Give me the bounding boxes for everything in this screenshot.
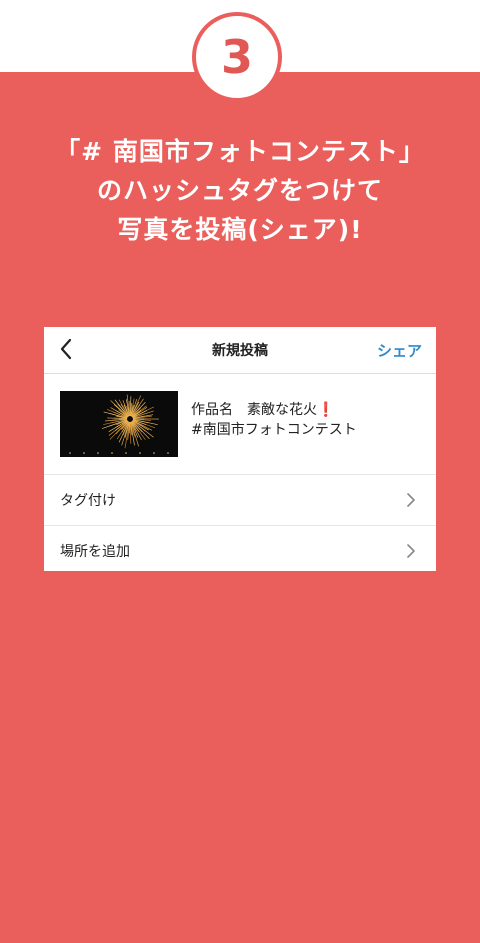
headline-line-2: のハッシュタグをつけて — [96, 176, 383, 205]
menu-item-tag[interactable]: タグ付け — [44, 475, 436, 526]
post-preview: 作品名 素敵な花火❗ #南国市フォトコンテスト — [44, 374, 436, 475]
share-button[interactable]: シェア — [377, 340, 422, 361]
exclamation-icon: ❗ — [317, 402, 335, 418]
headline-line-1: 「# 南国市フォトコンテスト」 — [55, 137, 425, 166]
chevron-right-icon — [407, 493, 415, 507]
chevron-right-icon — [407, 544, 415, 558]
post-header: 新規投稿 シェア — [44, 327, 436, 374]
menu-item-location[interactable]: 場所を追加 — [44, 526, 436, 576]
headline-line-3: 写真を投稿(シェア)! — [117, 215, 363, 244]
menu-item-label: 場所を追加 — [60, 544, 130, 560]
headline: 「# 南国市フォトコンテスト」 のハッシュタグをつけて 写真を投稿(シェア)! — [0, 132, 480, 249]
new-post-screen: 新規投稿 シェア 作品名 素敵な花火❗ #南国市フォトコンテスト タグ付け 場所… — [44, 327, 436, 571]
step-badge: 3 — [192, 12, 282, 102]
fireworks-image — [69, 394, 169, 454]
post-title: 新規投稿 — [212, 343, 268, 359]
chevron-left-icon[interactable] — [56, 336, 78, 362]
caption-hashtag: #南国市フォトコンテスト — [191, 422, 357, 438]
caption-title: 作品名 素敵な花火 — [191, 402, 317, 418]
step-number: 3 — [220, 30, 253, 84]
menu-item-label: タグ付け — [60, 493, 116, 509]
post-caption[interactable]: 作品名 素敵な花火❗ #南国市フォトコンテスト — [191, 400, 357, 440]
fireworks-photo-thumbnail — [60, 391, 178, 457]
